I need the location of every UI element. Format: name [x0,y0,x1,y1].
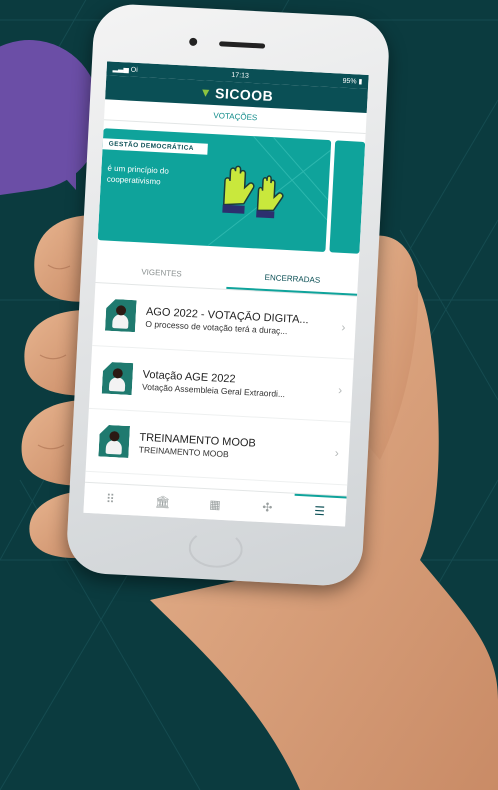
front-camera [188,37,198,47]
battery-icon: ▮ [358,78,363,86]
avatar [98,424,130,458]
battery-percent: 95% [342,77,357,86]
battery-status: 95% ▮ [342,77,362,86]
bank-icon[interactable]: 🏛 [136,486,190,519]
signal-icon: ▂▃▅ [112,65,131,74]
app-screen: ▂▃▅ Oi 17:13 95% ▮ ▼ SICOOB VOTAÇÕES GES… [83,61,369,527]
banner-card[interactable]: GESTÃO DEMOCRÁTICA é um princípio do coo… [97,128,332,253]
grid-icon[interactable]: ⠿ [83,483,137,516]
brand-name: SICOOB [214,85,274,105]
chevron-right-icon: › [341,319,346,335]
clock: 17:13 [231,71,250,80]
home-button[interactable] [187,528,244,570]
handshake-icon[interactable]: ✣ [240,491,294,524]
menu-icon[interactable]: ☰ [292,493,347,527]
chevron-right-icon: › [337,382,343,398]
carrier-text: Oi [130,66,138,74]
bottom-navigation: ⠿ 🏛 ▦ ✣ ☰ [83,481,347,527]
banner-carousel[interactable]: GESTÃO DEMOCRÁTICA é um princípio do coo… [97,128,366,254]
chevron-right-icon: › [334,445,340,461]
avatar [102,362,134,396]
earpiece-speaker [219,41,266,49]
calendar-icon[interactable]: ▦ [188,488,242,521]
raised-hands-icon [222,165,284,219]
next-banner-peek[interactable] [329,140,366,254]
sicoob-logo-icon: ▼ [199,85,213,100]
voting-list: AGO 2022 - VOTAÇÃO DIGITA... O processo … [85,283,358,486]
carrier-label: ▂▃▅ Oi [112,65,137,74]
avatar [105,299,137,333]
list-item[interactable]: TREINAMENTO MOOB TREINAMENTO MOOB › [85,408,351,486]
phone-device: ▂▃▅ Oi 17:13 95% ▮ ▼ SICOOB VOTAÇÕES GES… [65,2,391,588]
